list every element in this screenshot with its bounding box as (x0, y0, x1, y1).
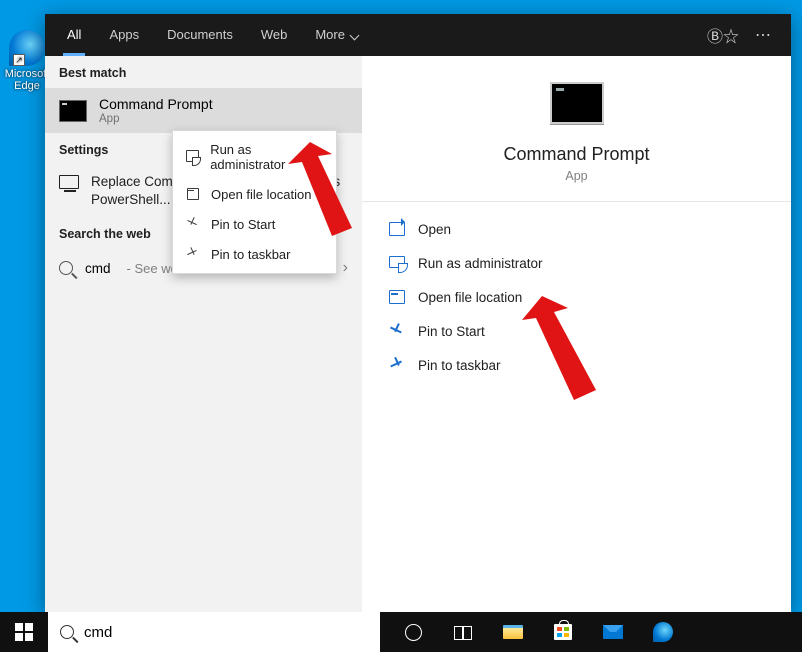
command-prompt-icon (59, 100, 87, 122)
mail-icon (603, 625, 623, 639)
tab-more[interactable]: More (301, 14, 372, 56)
microsoft-store-button[interactable] (540, 612, 586, 652)
open-icon (388, 221, 406, 237)
feedback-icon[interactable]: Ⓑ☆ (707, 23, 739, 47)
windows-logo-icon (15, 623, 33, 641)
more-options-icon[interactable]: ⋯ (755, 25, 773, 45)
search-icon (60, 625, 74, 639)
search-tabs: All Apps Documents Web More Ⓑ☆ ⋯ (45, 14, 791, 56)
action-run-as-administrator[interactable]: Run as administrator (372, 246, 781, 280)
pin-start-icon (388, 323, 406, 339)
edge-button[interactable] (640, 612, 686, 652)
pin-start-icon (185, 216, 201, 232)
start-button[interactable] (0, 612, 48, 652)
preview-subtitle: App (565, 169, 587, 183)
ctx-pin-to-taskbar[interactable]: Pin to taskbar (173, 239, 336, 269)
tab-all[interactable]: All (53, 14, 95, 56)
tab-apps[interactable]: Apps (95, 14, 153, 56)
pin-taskbar-icon (388, 357, 406, 373)
cortana-icon (405, 624, 422, 641)
folder-icon (388, 289, 406, 305)
action-pin-to-taskbar[interactable]: Pin to taskbar (372, 348, 781, 382)
context-menu: Run as administrator Open file location … (172, 130, 337, 274)
edge-icon (653, 622, 673, 642)
web-query: cmd (85, 261, 111, 276)
ctx-open-file-location[interactable]: Open file location (173, 179, 336, 209)
mail-button[interactable] (590, 612, 636, 652)
result-title: Command Prompt (99, 96, 213, 112)
taskbar (0, 612, 802, 652)
tab-documents[interactable]: Documents (153, 14, 247, 56)
desktop-icon-edge[interactable]: ↗ Microsoft Edge (4, 30, 50, 92)
result-command-prompt[interactable]: Command Prompt App (45, 88, 362, 133)
chevron-down-icon (350, 31, 360, 41)
action-open-file-location[interactable]: Open file location (372, 280, 781, 314)
section-best-match: Best match (45, 56, 362, 88)
file-explorer-icon (503, 625, 523, 639)
store-icon (554, 624, 572, 640)
taskbar-search-box[interactable] (48, 612, 380, 652)
run-as-admin-icon (185, 149, 200, 165)
taskbar-search-input[interactable] (84, 624, 368, 641)
display-settings-icon (59, 175, 79, 189)
run-as-admin-icon (388, 255, 406, 271)
file-explorer-button[interactable] (490, 612, 536, 652)
ctx-run-as-administrator[interactable]: Run as administrator (173, 135, 336, 179)
ctx-pin-to-start[interactable]: Pin to Start (173, 209, 336, 239)
desktop-icon-label: Microsoft Edge (4, 68, 50, 92)
task-view-icon (454, 626, 472, 638)
folder-icon (185, 186, 201, 202)
result-subtitle: App (99, 113, 213, 125)
task-view-button[interactable] (440, 612, 486, 652)
preview-pane: Command Prompt App Open Run as administr… (362, 56, 791, 612)
action-pin-to-start[interactable]: Pin to Start (372, 314, 781, 348)
search-flyout: All Apps Documents Web More Ⓑ☆ ⋯ Best ma… (45, 14, 791, 612)
action-open[interactable]: Open (372, 212, 781, 246)
tab-web[interactable]: Web (247, 14, 302, 56)
cortana-button[interactable] (390, 612, 436, 652)
command-prompt-large-icon (550, 82, 604, 124)
chevron-right-icon: › (343, 259, 348, 277)
edge-icon: ↗ (9, 30, 45, 66)
search-icon (59, 261, 73, 275)
preview-title: Command Prompt (503, 144, 649, 165)
shortcut-overlay-icon: ↗ (13, 54, 25, 66)
pin-taskbar-icon (185, 246, 201, 262)
